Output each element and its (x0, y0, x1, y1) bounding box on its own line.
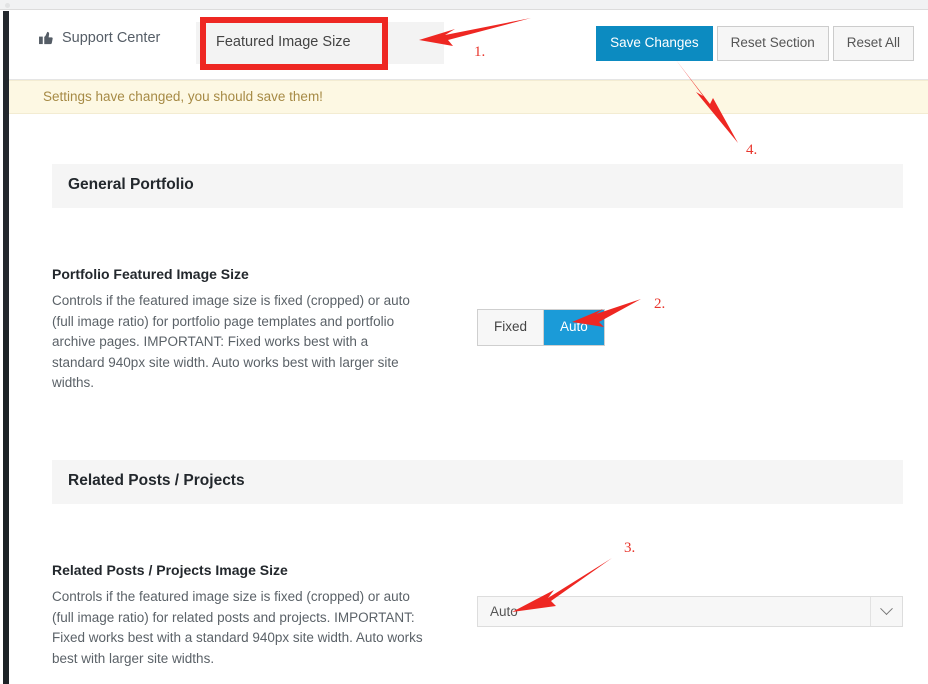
reset-all-button[interactable]: Reset All (832, 26, 914, 61)
buttonset-option-auto[interactable]: Auto (543, 310, 604, 345)
section-title: Related Posts / Projects (68, 472, 245, 489)
buttonset-option-fixed[interactable]: Fixed (478, 310, 544, 345)
buttonset-portfolio-image-size[interactable]: Fixed Auto (477, 309, 605, 346)
field-description-portfolio-featured-image-size: Controls if the featured image size is f… (52, 293, 410, 390)
screenshot-root: Support Center Featured Image Size Save … (0, 0, 928, 684)
chevron-down-icon[interactable] (870, 597, 902, 626)
support-center-link[interactable]: Support Center (39, 30, 160, 46)
select-selected-value: Auto (490, 604, 518, 619)
section-header-general-portfolio: General Portfolio (52, 164, 903, 208)
field-title-related-posts-image-size: Related Posts / Projects Image Size (52, 562, 288, 578)
field-title-portfolio-featured-image-size: Portfolio Featured Image Size (52, 266, 249, 282)
field-description-related-posts-image-size: Controls if the featured image size is f… (52, 589, 423, 666)
thumbs-up-icon (39, 31, 54, 45)
support-center-label: Support Center (62, 30, 161, 46)
settings-changed-notice-text: Settings have changed, you should save t… (43, 89, 323, 104)
window-dot-icon (5, 3, 10, 8)
save-changes-button[interactable]: Save Changes (596, 26, 713, 61)
header-button-group: Save Changes Reset Section Reset All (596, 26, 914, 61)
reset-section-button[interactable]: Reset Section (716, 26, 829, 61)
browser-top-strip (0, 0, 928, 10)
related-posts-image-size-select[interactable]: Auto (477, 596, 903, 627)
breadcrumb: Featured Image Size (216, 34, 351, 50)
section-title: General Portfolio (68, 176, 194, 193)
section-header-related-posts-projects: Related Posts / Projects (52, 460, 903, 504)
